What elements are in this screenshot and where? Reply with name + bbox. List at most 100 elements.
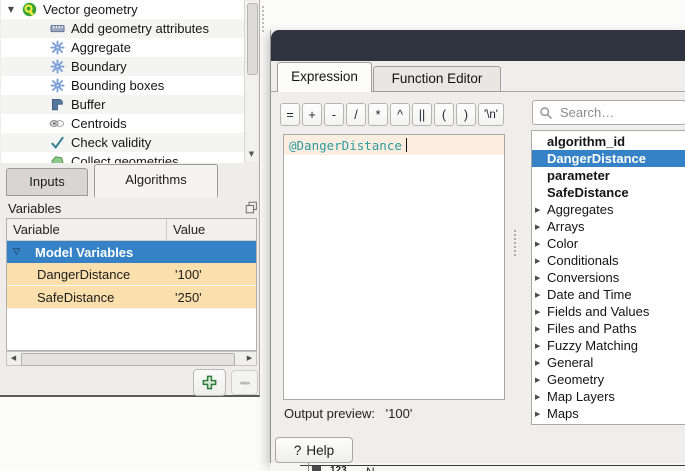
function-list-item[interactable]: ▶Conversions xyxy=(532,269,685,286)
operator-button[interactable]: || xyxy=(412,103,432,126)
tree-item[interactable]: Check validity xyxy=(1,133,244,152)
expand-right-icon[interactable]: ▶ xyxy=(535,223,547,231)
expand-right-icon[interactable]: ▶ xyxy=(535,359,547,367)
horizontal-scrollbar[interactable]: ◀ ▶ xyxy=(6,351,257,366)
tree-vertical-scrollbar[interactable]: ▼ xyxy=(244,1,258,162)
tab-inputs[interactable]: Inputs xyxy=(6,168,88,196)
centroids-icon xyxy=(49,116,65,131)
operator-button[interactable]: ^ xyxy=(390,103,410,126)
arrow-down-icon: ▼ xyxy=(249,150,254,158)
group-label: Model Variables xyxy=(35,245,133,260)
operator-button[interactable]: / xyxy=(346,103,366,126)
window-splitter-handle[interactable] xyxy=(262,6,264,32)
function-list-item[interactable]: ▶Files and Paths xyxy=(532,320,685,337)
tree-item[interactable]: Buffer xyxy=(1,95,244,114)
collapse-triangle-icon[interactable]: ▽ xyxy=(13,247,27,257)
function-list-item[interactable]: parameter xyxy=(532,167,685,184)
arrow-right-icon[interactable]: ▶ xyxy=(243,352,256,365)
tree-item[interactable]: Add geometry attributes xyxy=(1,19,244,38)
expand-right-icon[interactable]: ▶ xyxy=(535,291,547,299)
operator-button[interactable]: - xyxy=(324,103,344,126)
variable-row[interactable]: DangerDistance'100' xyxy=(7,263,256,286)
operator-button[interactable]: * xyxy=(368,103,388,126)
tree-item[interactable]: Boundary xyxy=(1,57,244,76)
function-list-item[interactable]: ▶General xyxy=(532,354,685,371)
expand-right-icon[interactable]: ▶ xyxy=(535,325,547,333)
expander-down-icon[interactable]: ▼ xyxy=(1,5,21,14)
tree-item-label: Buffer xyxy=(71,97,105,112)
expand-right-icon[interactable]: ▶ xyxy=(535,376,547,384)
expand-right-icon[interactable]: ▶ xyxy=(535,206,547,214)
function-list-item[interactable]: ▶Map Layers xyxy=(532,388,685,405)
function-list-item[interactable]: ▶Fields and Values xyxy=(532,303,685,320)
expression-text: @DangerDistance xyxy=(289,138,402,153)
function-list-item[interactable]: ▶Conditionals xyxy=(532,252,685,269)
variable-row[interactable]: SafeDistance'250' xyxy=(7,286,256,309)
expand-right-icon[interactable]: ▶ xyxy=(535,240,547,248)
column-header-variable[interactable]: Variable xyxy=(7,219,167,240)
function-list-item[interactable]: DangerDistance xyxy=(532,150,685,167)
scroll-down-button[interactable]: ▼ xyxy=(245,148,258,161)
operator-button[interactable]: = xyxy=(280,103,300,126)
output-preview-value: '100' xyxy=(386,406,413,421)
collect-geometries-icon xyxy=(49,154,65,163)
function-list-label: Date and Time xyxy=(547,287,632,302)
tree-item[interactable]: Centroids xyxy=(1,114,244,133)
expand-right-icon[interactable]: ▶ xyxy=(535,393,547,401)
operator-button[interactable]: + xyxy=(302,103,322,126)
help-button-label: Help xyxy=(306,443,334,458)
tree-item[interactable]: Aggregate xyxy=(1,38,244,57)
editor-list-splitter-handle[interactable] xyxy=(514,230,516,256)
column-header-value[interactable]: Value xyxy=(167,222,205,237)
function-list-label: Conversions xyxy=(547,270,619,285)
remove-variable-button[interactable] xyxy=(231,370,258,395)
function-list-item[interactable]: ▶Color xyxy=(532,235,685,252)
expand-right-icon[interactable]: ▶ xyxy=(535,342,547,350)
tree-item[interactable]: Collect geometries xyxy=(1,152,244,163)
column-letter-label: N xyxy=(366,465,375,471)
dialog-titlebar[interactable] xyxy=(271,30,685,61)
field-type-123-label: 123 xyxy=(330,465,347,471)
function-list: algorithm_idDangerDistance parameter SafeD… xyxy=(531,130,685,425)
operator-button[interactable]: ) xyxy=(456,103,476,126)
function-list-label: SafeDistance xyxy=(547,185,629,200)
variables-group-row[interactable]: ▽ Model Variables xyxy=(7,241,256,263)
function-list-label: DangerDistance xyxy=(547,151,646,166)
expand-right-icon[interactable]: ▶ xyxy=(535,257,547,265)
tab-algorithms[interactable]: Algorithms xyxy=(94,164,218,197)
function-list-item[interactable]: ▶Date and Time xyxy=(532,286,685,303)
operator-button[interactable]: '\n' xyxy=(478,103,504,126)
scrollbar-thumb[interactable] xyxy=(247,3,258,75)
tree-item[interactable]: ▼Vector geometry xyxy=(1,0,244,19)
ruler-icon xyxy=(49,21,65,36)
output-preview-label: Output preview: xyxy=(284,406,375,421)
function-list-label: Maps xyxy=(547,406,579,421)
tab-function-editor[interactable]: Function Editor xyxy=(373,66,501,92)
arrow-left-icon[interactable]: ◀ xyxy=(7,352,20,365)
function-list-label: Conditionals xyxy=(547,253,619,268)
expand-right-icon[interactable]: ▶ xyxy=(535,410,547,418)
function-list-item[interactable]: algorithm_id xyxy=(532,133,685,150)
add-variable-button[interactable] xyxy=(193,369,226,396)
function-list-item[interactable]: SafeDistance xyxy=(532,184,685,201)
function-list-label: parameter xyxy=(547,168,610,183)
function-list-item[interactable]: ▶Fuzzy Matching xyxy=(532,337,685,354)
tab-expression[interactable]: Expression xyxy=(277,62,372,92)
expand-right-icon[interactable]: ▶ xyxy=(535,308,547,316)
function-list-item[interactable]: ▶Geometry xyxy=(532,371,685,388)
expand-right-icon[interactable]: ▶ xyxy=(535,274,547,282)
function-list-item[interactable]: ▶Aggregates xyxy=(532,201,685,218)
search-input[interactable] xyxy=(558,104,685,121)
function-list-item[interactable]: ▶Maps xyxy=(532,405,685,422)
tree-item[interactable]: Bounding boxes xyxy=(1,76,244,95)
check-validity-icon xyxy=(49,135,65,150)
tree-item-label: Aggregate xyxy=(71,40,131,55)
float-panel-icon[interactable] xyxy=(245,201,258,214)
function-list-item[interactable]: ▶Arrays xyxy=(532,218,685,235)
help-button[interactable]: ? Help xyxy=(275,437,353,463)
buffer-icon xyxy=(49,97,65,112)
operator-button[interactable]: ( xyxy=(434,103,454,126)
help-icon: ? xyxy=(294,443,302,458)
expression-editor[interactable]: @DangerDistance xyxy=(283,134,505,400)
scrollbar-thumb[interactable] xyxy=(21,353,235,366)
